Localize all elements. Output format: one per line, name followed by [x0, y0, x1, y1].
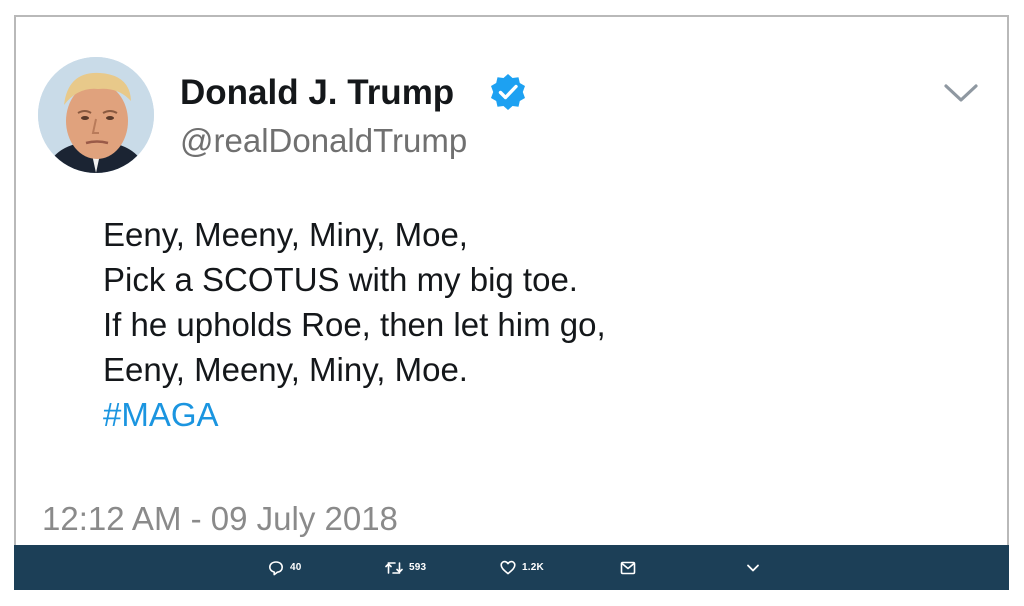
retweet-icon: [385, 561, 403, 574]
tweet-line: If he upholds Roe, then let him go,: [103, 306, 606, 343]
heart-icon: [500, 560, 516, 575]
tweet-timestamp[interactable]: 12:12 AM - 09 July 2018: [42, 497, 398, 541]
verified-badge-icon: [488, 72, 528, 112]
tweet-line: Eeny, Meeny, Miny, Moe,: [103, 216, 468, 253]
retweet-button[interactable]: 593: [385, 545, 426, 590]
action-bar: 40 593 1.2K: [14, 545, 1009, 590]
like-count: 1.2K: [522, 562, 544, 573]
chevron-down-icon[interactable]: [940, 78, 982, 108]
tweet-text: Eeny, Meeny, Miny, Moe, Pick a SCOTUS wi…: [103, 212, 606, 437]
avatar[interactable]: [38, 57, 154, 173]
handle[interactable]: @realDonaldTrump: [180, 121, 467, 161]
display-name[interactable]: Donald J. Trump: [180, 72, 454, 114]
hashtag-link[interactable]: #MAGA: [103, 392, 606, 437]
reply-button[interactable]: 40: [268, 545, 302, 590]
like-button[interactable]: 1.2K: [500, 545, 544, 590]
tweet-line: Pick a SCOTUS with my big toe.: [103, 261, 578, 298]
direct-message-button[interactable]: [620, 545, 636, 590]
more-options-button[interactable]: [745, 545, 761, 590]
reply-icon: [269, 560, 283, 575]
envelope-icon: [620, 561, 636, 574]
tweet-line: Eeny, Meeny, Miny, Moe.: [103, 351, 468, 388]
chevron-down-icon: [747, 564, 759, 571]
reply-count: 40: [290, 562, 302, 573]
retweet-count: 593: [409, 562, 427, 573]
